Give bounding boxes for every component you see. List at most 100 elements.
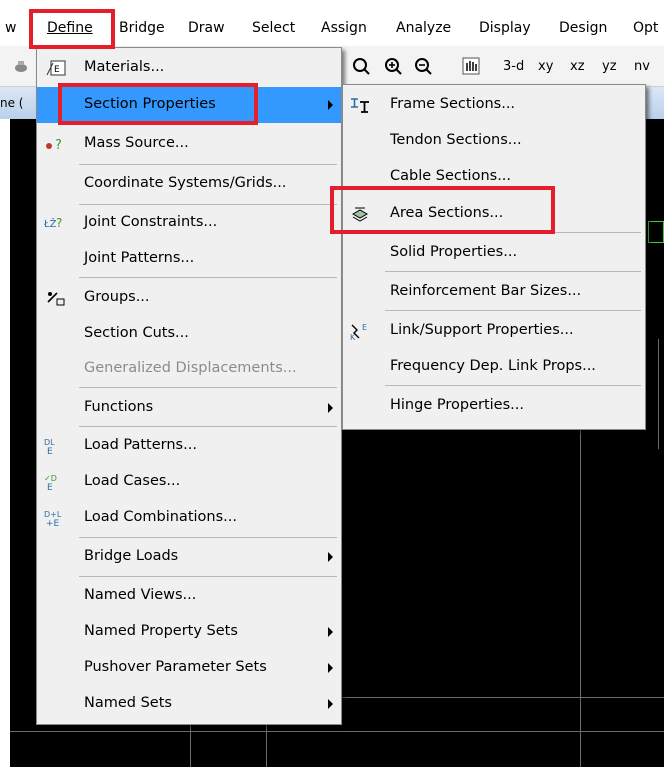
- svg-text:✓D: ✓D: [44, 474, 57, 483]
- submenu-arrow-icon: [328, 699, 333, 709]
- svg-text:E: E: [47, 447, 53, 456]
- svg-text:ŁŽ: ŁŽ: [43, 217, 57, 230]
- svg-text:D+L: D+L: [44, 510, 62, 519]
- menu-separator: [79, 426, 337, 427]
- view-yz-button[interactable]: yz: [602, 59, 617, 74]
- teapot-icon[interactable]: [12, 57, 30, 75]
- menu-prev-partial[interactable]: w: [5, 20, 16, 36]
- svg-text:E: E: [362, 323, 367, 332]
- load-cases-label: Load Cases...: [84, 473, 181, 489]
- menu-item-named-sets[interactable]: Named Sets: [37, 686, 341, 722]
- menu-display[interactable]: Display: [479, 20, 531, 36]
- callout-define-box: [29, 9, 115, 49]
- mass-source-label: Mass Source...: [84, 135, 189, 151]
- callout-area-sections-box: [330, 186, 555, 234]
- grid-line: [580, 429, 581, 767]
- joint-patterns-label: Joint Patterns...: [84, 250, 195, 266]
- svg-text:K: K: [350, 333, 356, 341]
- menu-separator: [79, 277, 337, 278]
- view-3d-button[interactable]: 3-d: [503, 59, 524, 74]
- menu-item-named-views[interactable]: Named Views...: [37, 578, 341, 614]
- window-title: ne (: [0, 96, 24, 110]
- menu-item-frame-sections[interactable]: Frame Sections...: [343, 87, 645, 123]
- callout-section-properties-box: [58, 83, 258, 125]
- view-xz-button[interactable]: xz: [570, 59, 585, 74]
- named-sets-label: Named Sets: [84, 695, 172, 711]
- menu-separator: [385, 271, 641, 272]
- menu-select[interactable]: Select: [252, 20, 295, 36]
- cable-sections-label: Cable Sections...: [390, 168, 512, 184]
- grid-line: [10, 731, 664, 732]
- menu-item-solid-properties[interactable]: Solid Properties...: [343, 235, 645, 271]
- groups-icon: [47, 292, 65, 306]
- frame-sections-icon: [351, 98, 369, 113]
- menu-bridge[interactable]: Bridge: [119, 20, 165, 36]
- grid-line: [340, 697, 664, 698]
- svg-text:?: ?: [55, 138, 62, 153]
- menu-item-load-combinations[interactable]: D+L +E Load Combinations...: [37, 500, 341, 536]
- menu-item-bridge-loads[interactable]: Bridge Loads: [37, 539, 341, 575]
- materials-label: Materials...: [84, 59, 165, 75]
- reinforcement-bar-sizes-label: Reinforcement Bar Sizes...: [390, 283, 582, 299]
- materials-icon: E: [46, 60, 66, 76]
- menu-separator: [79, 164, 337, 165]
- frequency-dep-link-props-label: Frequency Dep. Link Props...: [390, 358, 596, 374]
- menu-item-hinge-properties[interactable]: Hinge Properties...: [343, 388, 645, 424]
- view-xy-button[interactable]: xy: [538, 59, 553, 74]
- named-views-label: Named Views...: [84, 587, 197, 603]
- menu-separator: [79, 537, 337, 538]
- section-properties-submenu: Frame Sections... Tendon Sections... Cab…: [342, 84, 646, 430]
- menu-design[interactable]: Design: [559, 20, 607, 36]
- menu-item-load-cases[interactable]: ✓D E Load Cases...: [37, 464, 341, 500]
- load-cases-icon: ✓DE: [44, 474, 57, 492]
- menu-item-reinforcement-bar-sizes[interactable]: Reinforcement Bar Sizes...: [343, 274, 645, 310]
- define-menu: E Materials... Section Properties ? Mass…: [36, 47, 342, 725]
- menu-item-tendon-sections[interactable]: Tendon Sections...: [343, 123, 645, 159]
- tendon-sections-label: Tendon Sections...: [390, 132, 522, 148]
- load-patterns-label: Load Patterns...: [84, 437, 197, 453]
- menu-item-groups[interactable]: Groups...: [37, 280, 341, 316]
- svg-text:+E: +E: [46, 519, 60, 528]
- load-patterns-icon: DLE: [44, 438, 55, 456]
- menu-analyze[interactable]: Analyze: [396, 20, 451, 36]
- zoom-rubberband-icon[interactable]: [352, 57, 370, 75]
- frame-sections-label: Frame Sections...: [390, 96, 516, 112]
- menu-separator: [385, 385, 641, 386]
- menu-draw[interactable]: Draw: [188, 20, 225, 36]
- menu-item-joint-constraints[interactable]: ŁŽ? Joint Constraints...: [37, 205, 341, 241]
- pushover-parameter-sets-label: Pushover Parameter Sets: [84, 659, 267, 675]
- menu-item-mass-source[interactable]: ? Mass Source...: [37, 126, 341, 162]
- functions-label: Functions: [84, 399, 154, 415]
- menu-item-load-patterns[interactable]: DL E Load Patterns...: [37, 428, 341, 464]
- menu-separator: [385, 310, 641, 311]
- menu-item-link-support-properties[interactable]: EK Link/Support Properties...: [343, 313, 645, 349]
- menu-item-section-cuts[interactable]: Section Cuts...: [37, 316, 341, 352]
- menu-item-materials[interactable]: E Materials...: [37, 50, 341, 86]
- zoom-in-icon[interactable]: [384, 57, 402, 75]
- menu-item-frequency-dep-link-props[interactable]: Frequency Dep. Link Props...: [343, 349, 645, 385]
- named-property-sets-label: Named Property Sets: [84, 623, 238, 639]
- submenu-arrow-icon: [328, 627, 333, 637]
- groups-label: Groups...: [84, 289, 150, 305]
- submenu-arrow-icon: [328, 100, 333, 110]
- menu-assign[interactable]: Assign: [321, 20, 367, 36]
- menu-item-functions[interactable]: Functions: [37, 390, 341, 426]
- menu-item-joint-patterns[interactable]: Joint Patterns...: [37, 241, 341, 277]
- hinge-properties-label: Hinge Properties...: [390, 397, 524, 413]
- joint-constraints-icon: ŁŽ?: [43, 216, 62, 230]
- joint-constraints-label: Joint Constraints...: [84, 214, 218, 230]
- pan-hand-icon[interactable]: [462, 57, 480, 75]
- load-combinations-icon: D+L+E: [44, 510, 62, 528]
- menu-item-coordinate-systems[interactable]: Coordinate Systems/Grids...: [37, 166, 341, 202]
- link-support-icon: EK: [350, 323, 367, 341]
- zoom-out-icon[interactable]: [414, 57, 432, 75]
- submenu-arrow-icon: [328, 403, 333, 413]
- menu-item-pushover-parameter-sets[interactable]: Pushover Parameter Sets: [37, 650, 341, 686]
- app-window: w Define Bridge Draw Select Assign Analy…: [0, 0, 664, 767]
- menu-options-partial[interactable]: Opt: [633, 20, 658, 36]
- svg-text:E: E: [54, 65, 60, 75]
- menu-item-named-property-sets[interactable]: Named Property Sets: [37, 614, 341, 650]
- solid-properties-label: Solid Properties...: [390, 244, 518, 260]
- generalized-displacements-label: Generalized Displacements...: [84, 360, 297, 376]
- view-nv-button[interactable]: nv: [634, 59, 650, 74]
